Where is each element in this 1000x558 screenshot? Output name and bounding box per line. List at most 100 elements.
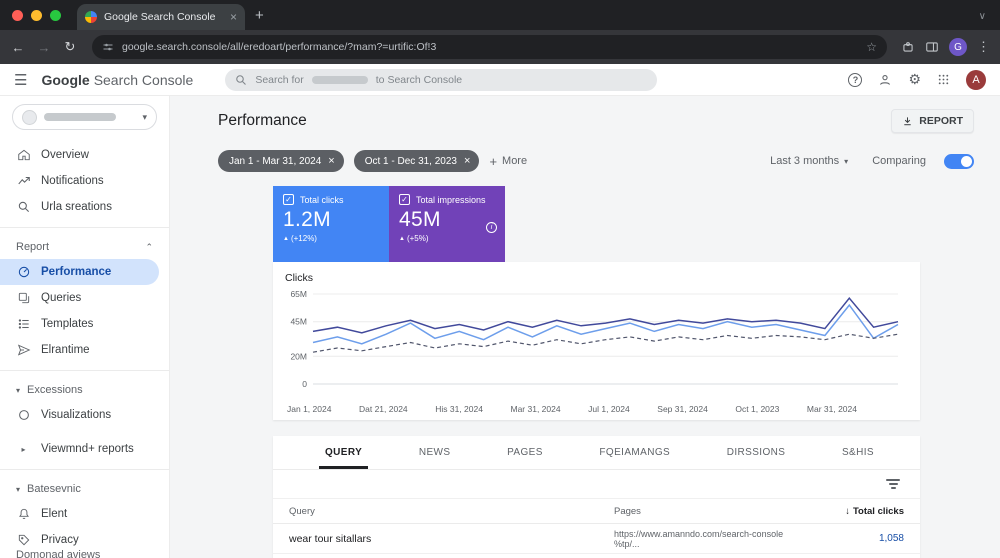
forward-button[interactable]: → <box>36 40 52 55</box>
search-placeholder-redacted <box>311 75 368 84</box>
sidebar-divider <box>0 370 169 371</box>
side-panel-icon[interactable] <box>925 40 939 54</box>
x-axis-label: Jan 1, 2024 <box>287 404 332 414</box>
console-search-input[interactable]: Search for to Search Console <box>225 68 658 91</box>
home-icon <box>16 148 31 162</box>
sidebar-item-performance[interactable]: Performance <box>0 259 159 285</box>
up-triangle-icon: ▲ <box>399 235 405 242</box>
browser-profile-avatar[interactable]: G <box>949 38 967 56</box>
tab-title: Google Search Console <box>104 11 216 23</box>
property-selector[interactable]: ▾ <box>12 104 157 130</box>
sidebar-item-visualizations[interactable]: Visualizations <box>0 402 169 428</box>
help-icon[interactable]: ? <box>848 72 863 87</box>
back-button[interactable]: ← <box>10 40 26 55</box>
property-name-redacted <box>44 113 116 121</box>
minimize-window-button[interactable] <box>31 10 42 21</box>
feedback-person-icon[interactable] <box>878 73 892 87</box>
close-window-button[interactable] <box>12 10 23 21</box>
hamburger-menu-icon[interactable]: ☰ <box>14 71 27 89</box>
x-axis-label: Mar 31, 2024 <box>806 404 857 414</box>
browser-tab[interactable]: Google Search Console × <box>77 4 245 30</box>
caret-down-icon: ▾ <box>16 385 21 395</box>
date-filter-chip[interactable]: Oct 1 - Dec 31, 2023 × <box>353 150 480 172</box>
filter-bar: Jan 1 - Mar 31, 2024 × Oct 1 - Dec 31, 2… <box>218 150 1000 172</box>
sidebar-footer-link[interactable]: Domonad aviews <box>16 549 100 558</box>
x-axis-label: Oct 1, 2023 <box>735 404 780 414</box>
sidebar-item-experience[interactable]: Elrantime <box>0 337 169 363</box>
x-axis-label: His 31, 2024 <box>435 404 483 414</box>
sidebar-item-more-reports[interactable]: ▸ Viewmnd+ reports <box>0 436 169 462</box>
settings-gear-icon[interactable]: ⚙ <box>908 71 921 88</box>
chevron-down-icon: ▾ <box>142 111 147 122</box>
comparing-toggle[interactable] <box>944 153 974 169</box>
column-pages[interactable]: Pages <box>614 506 804 517</box>
new-tab-button[interactable]: + <box>255 7 264 24</box>
caret-right-icon: ▸ <box>21 444 26 454</box>
cell-total-clicks: 1,058 <box>878 533 904 544</box>
line-chart[interactable]: 65M 45M 20M 0 <box>273 280 920 400</box>
column-total-clicks[interactable]: ↓ Total clicks <box>845 506 904 517</box>
sidebar-item-templates[interactable]: Templates <box>0 311 169 337</box>
sidebar-item-overview[interactable]: Overview <box>0 142 169 168</box>
sidebar-item-label: Templates <box>41 318 94 330</box>
export-report-button[interactable]: REPORT <box>891 109 974 133</box>
filter-funnel-icon[interactable] <box>886 479 900 489</box>
info-icon[interactable]: i <box>486 222 497 233</box>
sidebar-item-notifications[interactable]: Notifications <box>0 168 169 194</box>
date-filter-chip[interactable]: Jan 1 - Mar 31, 2024 × <box>218 150 344 172</box>
up-triangle-icon: ▲ <box>283 235 289 242</box>
app-header: ☰ Google Search Console Search for to Sea… <box>0 64 1000 96</box>
bell-icon <box>16 507 31 521</box>
sidebar-item-queries[interactable]: Queries <box>0 285 169 311</box>
search-icon <box>236 74 247 85</box>
account-avatar[interactable]: A <box>966 69 986 90</box>
apps-grid-icon[interactable] <box>937 73 950 86</box>
cell-query[interactable]: wear tour sitallars <box>289 533 614 545</box>
sidebar-item-label: Elrantime <box>41 344 90 356</box>
tab-list-chevron-icon[interactable]: ∨ <box>979 11 986 22</box>
date-range-selector[interactable]: Last 3 months ▾ <box>770 155 848 167</box>
tab-query[interactable]: QUERY <box>319 436 368 469</box>
extensions-icon[interactable] <box>901 40 915 54</box>
property-avatar <box>22 109 37 125</box>
reload-button[interactable]: ↻ <box>62 39 78 55</box>
metric-card-impressions[interactable]: ✓ Total impressions 45M ▲ (+5%) i <box>389 186 505 262</box>
sidebar-section-report[interactable]: Report ⌃ <box>0 235 169 259</box>
cell-pages[interactable]: https://www.amanndo.com/search-console %… <box>614 529 804 549</box>
tab-dimensions[interactable]: DIRSSIONS <box>721 436 792 469</box>
tab-close-icon[interactable]: × <box>230 10 237 24</box>
column-label: Total clicks <box>852 505 904 517</box>
section-label: Report <box>16 241 50 253</box>
add-filter-button[interactable]: + More <box>489 154 527 169</box>
site-info-icon[interactable] <box>102 41 114 53</box>
tab-performance[interactable]: FQEIAMANGS <box>593 436 676 469</box>
address-bar[interactable]: google.search.console/all/eredoart/perfo… <box>92 35 887 59</box>
checkbox-checked-icon[interactable]: ✓ <box>283 194 294 205</box>
sidebar-section-batesevnic[interactable]: ▾ Batesevnic <box>0 477 169 501</box>
logo-google: Google <box>41 71 90 88</box>
table-tabs: QUERY NEWS PAGES FQEIAMANGS DIRSSIONS S&… <box>273 436 920 470</box>
list-icon <box>16 317 31 331</box>
tab-pages[interactable]: PAGES <box>501 436 549 469</box>
tab-news[interactable]: NEWS <box>413 436 457 469</box>
metric-card-clicks[interactable]: ✓ Total clicks 1.2M ▲ (+12%) <box>273 186 389 262</box>
browser-titlebar: Google Search Console × + ∨ <box>0 0 1000 30</box>
chip-close-icon[interactable]: × <box>464 155 470 167</box>
bookmark-star-icon[interactable]: ☆ <box>866 40 877 54</box>
chip-close-icon[interactable]: × <box>328 155 334 167</box>
sidebar-item-label: Overview <box>41 149 89 161</box>
chip-label: Jan 1 - Mar 31, 2024 <box>229 155 322 167</box>
content-area: ▾ Overview Notifications Urla sreations … <box>0 96 1000 558</box>
tab-shis[interactable]: S&HIS <box>836 436 880 469</box>
column-query[interactable]: Query <box>289 506 614 517</box>
checkbox-checked-icon[interactable]: ✓ <box>399 194 410 205</box>
metric-value: 45M <box>399 208 441 231</box>
browser-menu-icon[interactable]: ⋮ <box>977 39 990 55</box>
performance-panel: ✓ Total clicks 1.2M ▲ (+12%) ✓ Total imp… <box>273 186 920 558</box>
table-row[interactable]: wear tour sitallars https://www.amanndo.… <box>273 524 920 554</box>
maximize-window-button[interactable] <box>50 10 61 21</box>
sidebar-item-url-inspection[interactable]: Urla sreations <box>0 194 169 220</box>
sidebar-section-excessions[interactable]: ▾ Excessions <box>0 378 169 402</box>
sidebar-item-elent[interactable]: Elent <box>0 501 169 527</box>
range-label: Last 3 months <box>770 155 840 167</box>
